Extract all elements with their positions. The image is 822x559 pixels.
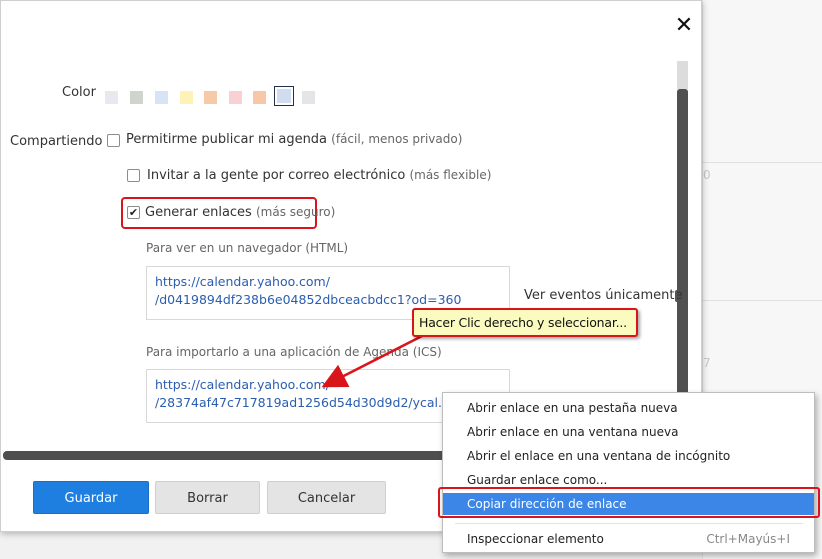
publish-checkbox[interactable] [107,134,120,147]
inspect-element-label: Inspeccionar elemento [467,532,604,546]
sharing-label: Compartiendo [10,134,103,149]
color-swatch[interactable] [180,91,193,104]
invite-option-hint: (más flexible) [409,168,492,182]
generate-links-option[interactable]: Generar enlaces (más seguro) [145,205,335,220]
background-grid-line [702,300,822,301]
html-link-label: Para ver en un navegador (HTML) [146,241,349,255]
html-link-line-2[interactable]: /d0419894df238b6e04852dbceacbdcc1?od=360 [155,291,501,309]
color-swatch[interactable] [302,91,315,104]
background-day-number: 0 [703,168,711,182]
copy-link-highlight [438,487,820,518]
save-button[interactable]: Guardar [33,481,149,514]
invite-option[interactable]: Invitar a la gente por correo electrónic… [147,168,491,183]
generate-links-hint: (más seguro) [255,205,336,219]
delete-button[interactable]: Borrar [155,481,260,514]
menu-item-open-incognito[interactable]: Abrir el enlace en una ventana de incógn… [443,445,814,467]
publish-option-label: Permitirme publicar mi agenda [126,132,328,147]
invite-option-label: Invitar a la gente por correo electrónic… [147,168,406,183]
menu-separator [455,523,803,524]
cancel-button[interactable]: Cancelar [267,481,386,514]
menu-item-open-new-tab[interactable]: Abrir enlace en una pestaña nueva [443,397,814,419]
context-menu: Abrir enlace en una pestaña nueva Abrir … [442,392,815,553]
inspect-element-shortcut: Ctrl+Mayús+I [706,532,790,546]
menu-item-inspect-element[interactable]: Inspeccionar elemento Ctrl+Mayús+I [443,528,814,550]
color-swatch[interactable] [155,91,168,104]
instruction-callout: Hacer Clic derecho y seleccionar... [412,308,638,337]
generate-links-checkbox[interactable]: ✔ [127,206,140,219]
partial-control [675,290,679,302]
color-swatch[interactable] [130,91,143,104]
color-label: Color [62,85,96,100]
color-swatch[interactable] [204,91,217,104]
publish-option[interactable]: Permitirme publicar mi agenda (fácil, me… [126,132,462,147]
background-day-number: 7 [703,356,711,370]
invite-checkbox[interactable] [127,169,140,182]
view-events-only-label: Ver eventos únicamente [524,288,683,303]
html-link-line-1[interactable]: https://calendar.yahoo.com/ [155,273,501,291]
close-icon[interactable]: ✕ [672,14,696,38]
color-swatch[interactable] [229,91,242,104]
generate-links-label: Generar enlaces [145,205,252,220]
color-swatch[interactable] [105,91,118,104]
color-swatch[interactable] [253,91,266,104]
color-swatch[interactable] [274,86,294,106]
menu-item-open-new-window[interactable]: Abrir enlace en una ventana nueva [443,421,814,443]
scroll-up-area[interactable] [677,61,688,89]
publish-option-hint: (fácil, menos privado) [331,132,463,146]
background-grid-line [702,162,822,163]
ics-link-label: Para importarlo a una aplicación de Agen… [146,345,442,359]
